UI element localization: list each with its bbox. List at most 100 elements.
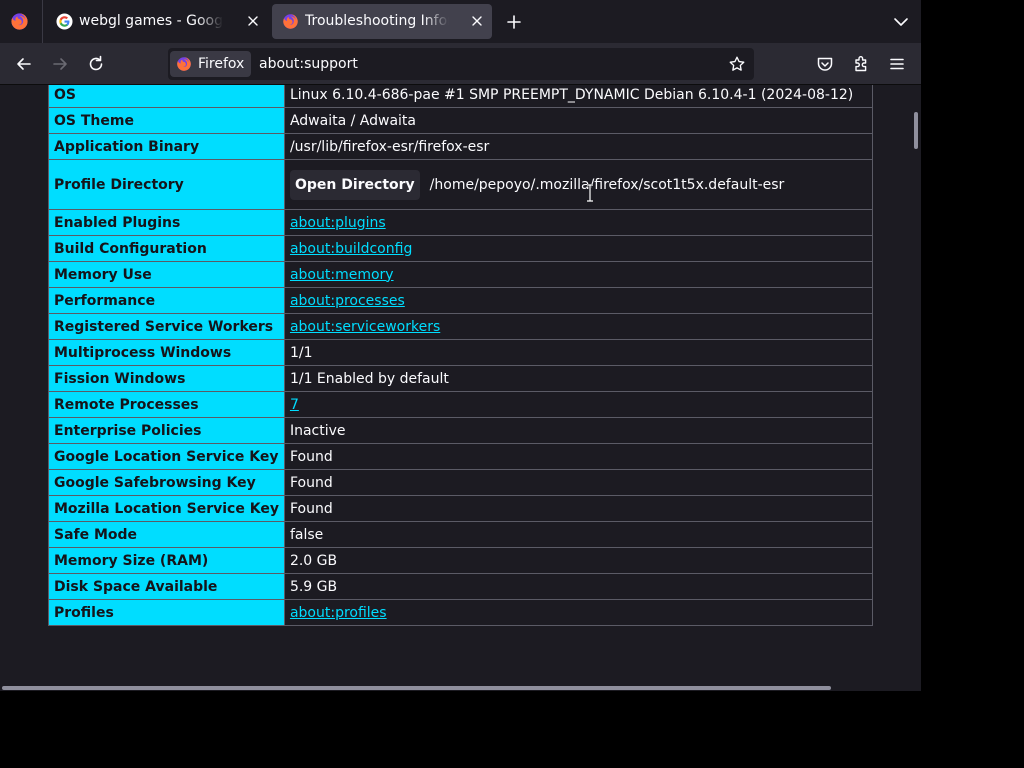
row-value: 1/1 Enabled by default bbox=[289, 370, 449, 387]
row-label: OS Theme bbox=[48, 107, 285, 134]
plus-icon[interactable] bbox=[504, 12, 524, 32]
identity-box[interactable]: Firefox bbox=[170, 51, 251, 77]
table-row: Profile Directory Open Directory/home/pep… bbox=[48, 159, 874, 210]
tab-title: Troubleshooting Information bbox=[305, 13, 449, 31]
table-row: Memory Size (RAM) 2.0 GB bbox=[48, 547, 874, 574]
row-link[interactable]: about:memory bbox=[290, 267, 394, 283]
row-value-cell: Adwaita / Adwaita bbox=[283, 107, 874, 134]
identity-label: Firefox bbox=[198, 56, 245, 72]
text-cursor-icon bbox=[587, 184, 593, 202]
row-link[interactable]: about:serviceworkers bbox=[290, 319, 440, 335]
close-icon[interactable] bbox=[246, 14, 260, 28]
row-value: Found bbox=[289, 500, 333, 517]
url-bar[interactable]: Firefox about:support bbox=[168, 48, 754, 80]
application-basics-table: OS Linux 6.10.4-686-pae #1 SMP PREEMPT_DY… bbox=[48, 85, 874, 626]
table-row: Profiles about:profiles bbox=[48, 599, 874, 626]
vertical-scrollbar[interactable] bbox=[914, 112, 918, 149]
chevron-down-icon[interactable] bbox=[891, 12, 911, 32]
row-label: Fission Windows bbox=[48, 365, 285, 392]
table-row: Safe Mode false bbox=[48, 521, 874, 548]
row-value-cell: about:serviceworkers bbox=[283, 313, 874, 340]
browser-window: webgl games - Google Search Troubleshoot… bbox=[0, 0, 921, 691]
row-label: Profile Directory bbox=[48, 159, 285, 210]
row-label: Profiles bbox=[48, 599, 285, 626]
row-value-cell: Inactive bbox=[283, 417, 874, 444]
forward-arrow-icon[interactable] bbox=[50, 54, 70, 74]
table-row: Memory Use about:memory bbox=[48, 261, 874, 288]
row-value-cell: 1/1 bbox=[283, 339, 874, 366]
tab-separator bbox=[42, 0, 43, 43]
tab-troubleshooting[interactable]: Troubleshooting Information bbox=[272, 4, 492, 39]
row-link[interactable]: 7 bbox=[290, 397, 299, 413]
page-content: OS Linux 6.10.4-686-pae #1 SMP PREEMPT_DY… bbox=[0, 85, 921, 691]
row-label: Remote Processes bbox=[48, 391, 285, 418]
row-label: Application Binary bbox=[48, 133, 285, 160]
firefox-icon bbox=[283, 14, 298, 29]
row-link[interactable]: about:profiles bbox=[290, 605, 387, 621]
row-value: false bbox=[289, 526, 324, 543]
horizontal-scrollbar[interactable] bbox=[2, 686, 831, 690]
row-label: Build Configuration bbox=[48, 235, 285, 262]
table-row: Mozilla Location Service Key Found bbox=[48, 495, 874, 522]
tab-strip: webgl games - Google Search Troubleshoot… bbox=[0, 0, 921, 43]
row-label: Multiprocess Windows bbox=[48, 339, 285, 366]
row-value-cell: /usr/lib/firefox-esr/firefox-esr bbox=[283, 133, 874, 160]
row-value: Found bbox=[289, 448, 333, 465]
row-value-cell: about:plugins bbox=[283, 209, 874, 236]
google-g-icon bbox=[56, 13, 73, 30]
row-value-cell: Found bbox=[283, 443, 874, 470]
table-row: Registered Service Workers about:servicew… bbox=[48, 313, 874, 340]
row-label: Google Safebrowsing Key bbox=[48, 469, 285, 496]
star-icon[interactable] bbox=[728, 55, 746, 73]
table-row: Google Location Service Key Found bbox=[48, 443, 874, 470]
row-value: Adwaita / Adwaita bbox=[289, 112, 416, 129]
row-label: Google Location Service Key bbox=[48, 443, 285, 470]
row-link[interactable]: about:plugins bbox=[290, 215, 386, 231]
tab-google-search[interactable]: webgl games - Google Search bbox=[46, 4, 268, 39]
reload-icon[interactable] bbox=[86, 54, 106, 74]
table-row: Remote Processes 7 bbox=[48, 391, 874, 418]
row-value-cell: Found bbox=[283, 469, 874, 496]
row-label: Registered Service Workers bbox=[48, 313, 285, 340]
table-row: Enabled Plugins about:plugins bbox=[48, 209, 874, 236]
table-row: Enterprise Policies Inactive bbox=[48, 417, 874, 444]
table-row: Build Configuration about:buildconfig bbox=[48, 235, 874, 262]
row-value-cell: 1/1 Enabled by default bbox=[283, 365, 874, 392]
row-link[interactable]: about:processes bbox=[290, 293, 405, 309]
table-row: Google Safebrowsing Key Found bbox=[48, 469, 874, 496]
row-label: Disk Space Available bbox=[48, 573, 285, 600]
row-value-cell: about:processes bbox=[283, 287, 874, 314]
table-row: Fission Windows 1/1 Enabled by default bbox=[48, 365, 874, 392]
row-label: Mozilla Location Service Key bbox=[48, 495, 285, 522]
row-value-cell: Open Directory/home/pepoyo/.mozilla/fire… bbox=[283, 159, 874, 210]
firefox-view-icon[interactable] bbox=[10, 12, 29, 31]
row-value: Inactive bbox=[289, 422, 346, 439]
table-row: Application Binary/usr/lib/firefox-esr/f… bbox=[48, 133, 874, 160]
table-row: OS Linux 6.10.4-686-pae #1 SMP PREEMPT_DY… bbox=[48, 85, 874, 108]
table-row: Disk Space Available 5.9 GB bbox=[48, 573, 874, 600]
back-arrow-icon[interactable] bbox=[14, 54, 34, 74]
url-input[interactable]: about:support bbox=[259, 56, 358, 72]
row-value-cell: about:buildconfig bbox=[283, 235, 874, 262]
row-value-cell: Found bbox=[283, 495, 874, 522]
row-label: Memory Size (RAM) bbox=[48, 547, 285, 574]
row-value: Linux 6.10.4-686-pae #1 SMP PREEMPT_DYNA… bbox=[289, 86, 854, 103]
table-row: Multiprocess Windows 1/1 bbox=[48, 339, 874, 366]
open-directory-button[interactable]: Open Directory bbox=[289, 169, 420, 200]
close-icon[interactable] bbox=[470, 14, 484, 28]
extensions-puzzle-icon[interactable] bbox=[851, 54, 871, 74]
row-value-cell: 2.0 GB bbox=[283, 547, 874, 574]
row-link[interactable]: about:buildconfig bbox=[290, 241, 412, 257]
hamburger-menu-icon[interactable] bbox=[887, 54, 907, 74]
row-label: Enterprise Policies bbox=[48, 417, 285, 444]
pocket-icon[interactable] bbox=[815, 54, 835, 74]
row-value-cell: 5.9 GB bbox=[283, 573, 874, 600]
firefox-icon bbox=[177, 57, 191, 71]
row-value: 5.9 GB bbox=[289, 578, 338, 595]
table-row: OS Theme Adwaita / Adwaita bbox=[48, 107, 874, 134]
row-value: /usr/lib/firefox-esr/firefox-esr bbox=[289, 138, 490, 155]
row-value-cell: false bbox=[283, 521, 874, 548]
row-label: Performance bbox=[48, 287, 285, 314]
row-value-cell: about:profiles bbox=[283, 599, 874, 626]
row-value-cell: 7 bbox=[283, 391, 874, 418]
